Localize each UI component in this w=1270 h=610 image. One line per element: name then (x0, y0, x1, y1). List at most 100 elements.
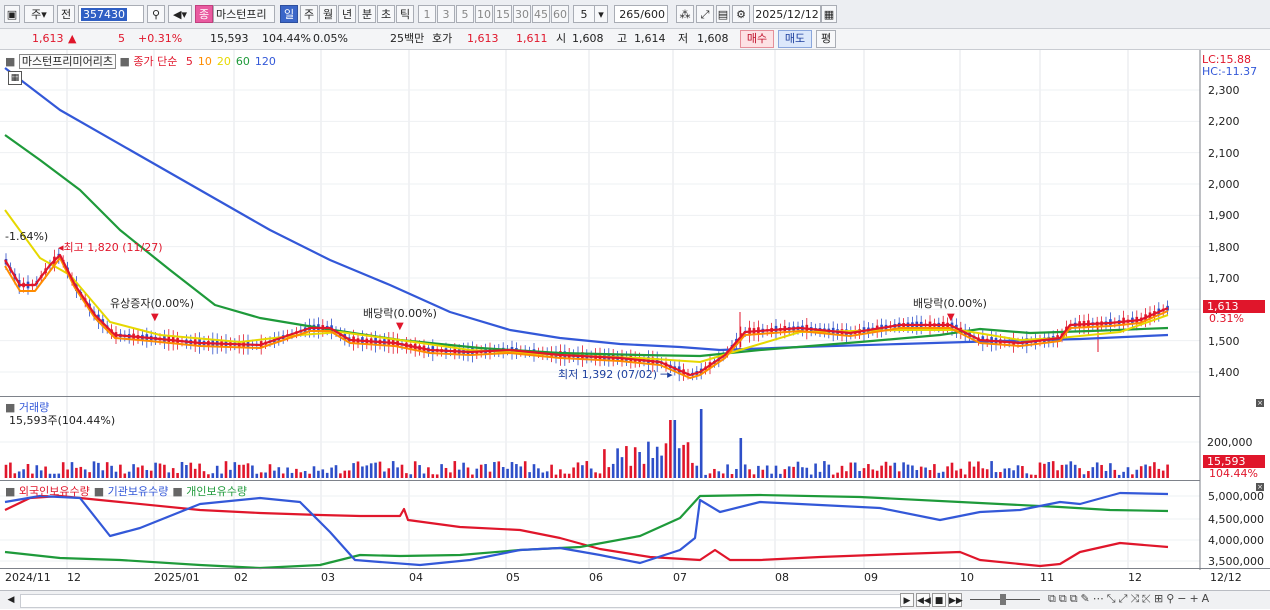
volume-bar (567, 473, 571, 478)
volume-bar (110, 465, 113, 478)
volume-bar (119, 464, 122, 478)
volume-bar (83, 469, 87, 478)
volume-bar (167, 472, 171, 478)
stock-legend[interactable]: 마스턴프리미어리츠 (18, 54, 116, 69)
volume-bar (1016, 465, 1020, 478)
x-label: 12 (67, 571, 81, 584)
volume-bar (1144, 464, 1147, 478)
line-tool-icon[interactable]: ⤢ (696, 5, 714, 23)
gear-icon[interactable]: ⚙ (732, 5, 750, 23)
volume-bar (924, 467, 927, 478)
preset-tab-7[interactable]: 60 (551, 5, 569, 23)
search-icon[interactable]: ⚲ (147, 5, 165, 23)
preset-tab-6[interactable]: 45 (532, 5, 550, 23)
preset-tab-2[interactable]: 5 (456, 5, 474, 23)
volume-bar (48, 473, 52, 478)
volume-bar (1038, 462, 1042, 478)
count-field[interactable]: 265/600 (614, 5, 668, 23)
volume-bar (189, 462, 193, 478)
drawing-tools-icons[interactable]: ⧉⧉⧉✎⋯⤡⤢⤨⤪⊞⚲−+A (1048, 592, 1212, 606)
annotation-low: 최저 1,392 (07/02) ─▸ (558, 366, 673, 382)
x-label: 09 (864, 571, 878, 584)
period-select[interactable]: 주▾ (24, 5, 54, 23)
volume-bar (1078, 468, 1081, 478)
interval-tab-5[interactable]: 초 (377, 5, 395, 23)
stock-name-field[interactable]: 마스턴프리 (213, 5, 275, 23)
volume-bar (779, 473, 782, 478)
preset-tab-1[interactable]: 3 (437, 5, 455, 23)
buy-button[interactable]: 매수 (740, 30, 774, 48)
preset-tab-4[interactable]: 15 (494, 5, 512, 23)
step-back-icon[interactable]: ◀◀ (916, 593, 931, 607)
volume-bar (180, 461, 184, 478)
preset-dropdown-icon[interactable]: ▾ (594, 5, 608, 23)
volume-bar (1047, 462, 1051, 478)
chart-layout-icon[interactable]: ▣ (4, 5, 20, 23)
holdings-tick: 3,500,000 (1208, 555, 1264, 568)
volume-bar (88, 472, 91, 478)
volume-bar (1117, 474, 1121, 478)
current-price: 1,613 (32, 32, 64, 45)
interval-tab-1[interactable]: 주 (300, 5, 318, 23)
calendar-icon[interactable]: ▦ (821, 5, 837, 23)
ma-periods-legend: 5 10 20 60 120 (181, 55, 276, 68)
date-input[interactable]: 2025/12/12 (753, 5, 821, 23)
sell-button[interactable]: 매도 (778, 30, 812, 48)
volume-bar (308, 473, 311, 478)
volume-bar (26, 463, 30, 478)
volume-bar (1153, 462, 1156, 478)
preset-tab-3[interactable]: 10 (475, 5, 493, 23)
volume-bar (735, 468, 738, 478)
save-icon[interactable]: ▤ (716, 5, 730, 23)
x-label: 02 (234, 571, 248, 584)
volume-tick: 200,000 (1207, 436, 1253, 449)
volume-bar (259, 472, 263, 478)
chart-canvas[interactable] (0, 50, 1270, 598)
chart-area[interactable]: ■ 마스턴프리미어리츠 ■ 종가 단순 5 10 20 60 120 ▦ LC:15.8… (0, 50, 1270, 598)
preset-tab-5[interactable]: 30 (513, 5, 531, 23)
interval-tab-4[interactable]: 분 (358, 5, 376, 23)
x-label: 04 (409, 571, 423, 584)
scroll-left-icon[interactable]: ◀ (4, 593, 18, 607)
close-pane-icon[interactable]: × (1256, 483, 1264, 491)
legend-bullet-icon: ■ (93, 485, 108, 498)
volume-bar (224, 461, 228, 478)
scroll-track[interactable] (20, 594, 902, 608)
volume-bar (611, 463, 615, 478)
zoom-slider-thumb[interactable] (1000, 594, 1006, 605)
volume-bar (312, 466, 316, 478)
scroll-right-icon[interactable]: ▶ (900, 593, 914, 607)
volume-bar (585, 461, 589, 478)
volume-bar (444, 467, 448, 478)
step-forward-icon[interactable]: ▶▶ (948, 593, 963, 607)
interval-tab-2[interactable]: 월 (319, 5, 337, 23)
stop-icon[interactable]: ■ (932, 593, 946, 607)
volume-bar (277, 467, 281, 478)
preset-value[interactable]: 5 (573, 5, 595, 23)
volume-bar (1025, 473, 1029, 478)
candle-icon[interactable]: ⁂ (676, 5, 694, 23)
preset-tab-0[interactable]: 1 (418, 5, 436, 23)
volume-bar (862, 468, 866, 478)
volume-bar (409, 474, 413, 478)
volume-bar (22, 469, 25, 478)
interval-tab-0[interactable]: 일 (280, 5, 298, 23)
volume-bar (198, 463, 201, 478)
prev-button[interactable]: 전 (57, 5, 75, 23)
volume-bar (114, 471, 118, 478)
volume-bar (1065, 464, 1068, 478)
volume-bar (334, 465, 338, 478)
speaker-icon[interactable]: ◀▾ (168, 5, 192, 23)
volume-bar (871, 469, 875, 478)
interval-tab-3[interactable]: 년 (338, 5, 356, 23)
stock-code-input[interactable]: 357430 (78, 5, 144, 23)
volume-bar (572, 467, 575, 478)
volume-bar (229, 469, 232, 478)
table-icon[interactable]: ▦ (8, 71, 22, 85)
close-pane-icon[interactable]: × (1256, 399, 1264, 407)
ma-legend-2: 20 (216, 55, 231, 68)
x-label: 03 (321, 571, 335, 584)
volume-bar (1029, 474, 1033, 478)
interval-tab-6[interactable]: 틱 (396, 5, 414, 23)
eval-button[interactable]: 평 (816, 30, 836, 48)
